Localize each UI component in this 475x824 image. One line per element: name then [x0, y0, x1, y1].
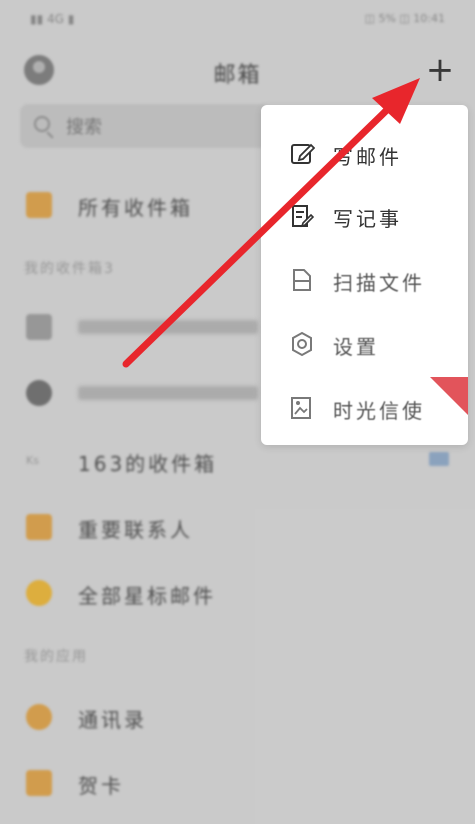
gear-icon [292, 331, 312, 357]
settings-label: 设置 [333, 335, 379, 359]
popup-menu: 写邮件 写记事 扫描文件 设置 时光信使 [261, 105, 468, 445]
mail-home-screen: ▮▮ 4G ▮ ◫ 5% ◫ 10:41 邮箱 + 所有收件箱 我的收件箱3 K… [0, 0, 475, 824]
menu-item-write-note[interactable]: 写记事 [261, 185, 468, 247]
menu-item-write-mail[interactable]: 写邮件 [261, 123, 468, 185]
note-icon [292, 205, 315, 228]
menu-item-scan-file[interactable]: 扫描文件 [261, 249, 468, 311]
new-ribbon-badge [430, 377, 468, 415]
write-mail-label: 写邮件 [333, 145, 402, 169]
photo-letter-icon [291, 397, 311, 419]
menu-item-settings[interactable]: 设置 [261, 313, 468, 375]
write-note-label: 写记事 [333, 207, 402, 231]
time-mail-label: 时光信使 [333, 399, 425, 423]
scan-file-label: 扫描文件 [333, 271, 425, 295]
scan-document-icon [293, 269, 311, 291]
edit-icon [291, 143, 315, 164]
